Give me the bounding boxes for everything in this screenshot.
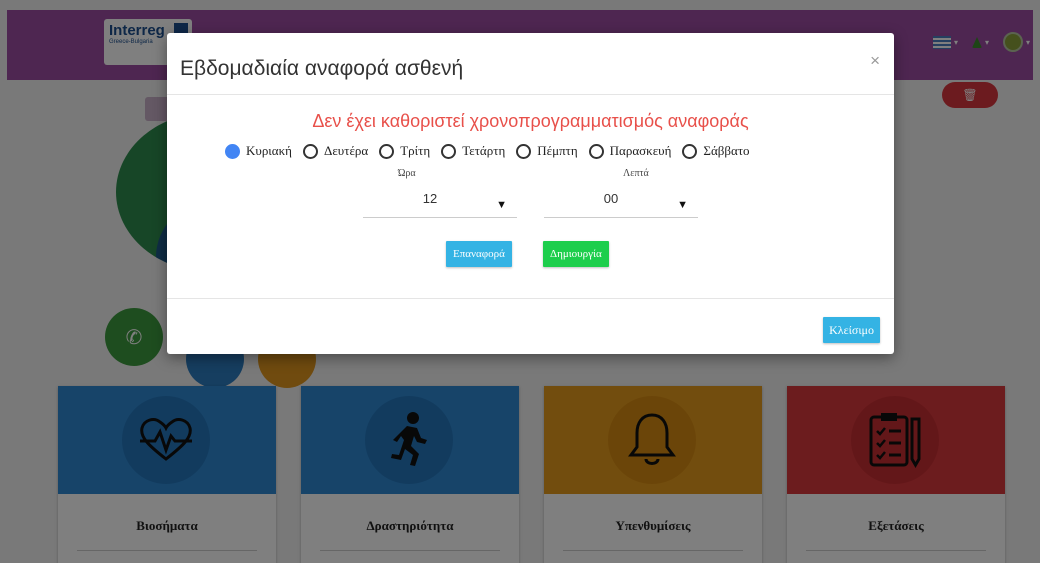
day-label: Παρασκευή: [609, 143, 672, 158]
reset-button[interactable]: Επαναφορά: [446, 241, 512, 267]
modal-footer: Κλείσιμο: [167, 298, 894, 354]
caret-down-icon: ▼: [496, 199, 507, 211]
day-option-monday[interactable]: Δευτέρα: [302, 143, 369, 159]
minutes-value: 00: [603, 191, 619, 206]
modal-header: Εβδομαδιαία αναφορά ασθενή ×: [167, 33, 894, 95]
radio-button[interactable]: [225, 143, 240, 159]
radio-button[interactable]: [682, 143, 698, 159]
modal-title: Εβδομαδιαία αναφορά ασθενή: [180, 57, 464, 80]
schedule-warning: Δεν έχει καθοριστεί χρονοπρογραμματισμός…: [312, 111, 749, 131]
radio-button[interactable]: [441, 143, 457, 159]
day-label: Δευτέρα: [323, 143, 369, 158]
day-option-thursday[interactable]: Πέμπτη: [516, 143, 578, 159]
day-label: Τετάρτη: [462, 143, 506, 158]
close-button[interactable]: Κλείσιμο: [823, 317, 880, 343]
minutes-select[interactable]: 00 ▼: [544, 191, 698, 218]
day-label: Σάββατο: [703, 143, 750, 158]
radio-button[interactable]: [379, 143, 395, 159]
day-option-saturday[interactable]: Σάββατο: [682, 143, 750, 159]
caret-down-icon: ▼: [677, 199, 688, 211]
hour-select[interactable]: 12 ▼: [363, 191, 517, 218]
radio-button[interactable]: [302, 143, 318, 159]
radio-button[interactable]: [516, 143, 532, 159]
hour-value: 12: [422, 191, 438, 206]
day-radio-group: Κυριακή Δευτέρα Τρίτη Τετάρτη Πέμπτη Παρ…: [225, 143, 756, 159]
day-label: Κυριακή: [246, 143, 292, 158]
minutes-label: Λεπτά: [623, 168, 649, 179]
day-option-sunday[interactable]: Κυριακή: [225, 143, 292, 159]
radio-button[interactable]: [588, 143, 604, 159]
day-option-tuesday[interactable]: Τρίτη: [379, 143, 430, 159]
day-label: Τρίτη: [400, 143, 431, 158]
day-option-friday[interactable]: Παρασκευή: [588, 143, 672, 159]
close-icon[interactable]: ×: [870, 51, 880, 71]
create-button[interactable]: Δημιουργία: [543, 241, 609, 267]
weekly-report-modal: Εβδομαδιαία αναφορά ασθενή × Δεν έχει κα…: [167, 33, 894, 354]
hour-label: Ώρα: [398, 168, 416, 179]
day-label: Πέμπτη: [537, 143, 578, 158]
day-option-wednesday[interactable]: Τετάρτη: [441, 143, 505, 159]
